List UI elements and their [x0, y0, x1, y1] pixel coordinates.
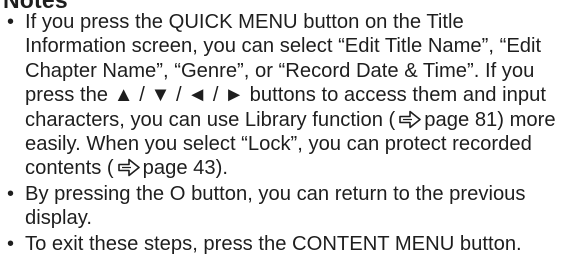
note-text: page 43).	[142, 157, 228, 180]
bullet: •	[7, 11, 15, 33]
bullet: •	[7, 182, 15, 205]
note-item-quick-menu: • If you press the QUICK MENU button on …	[0, 10, 581, 181]
note-text: page 81) more	[424, 108, 556, 131]
note-line: Information screen, you can select “Edit…	[25, 35, 542, 58]
note-item-return: • By pressing the O button, you can retu…	[0, 182, 581, 231]
notes-list: • If you press the QUICK MENU button on …	[0, 10, 581, 256]
note-line: press the ▲ / ▼ / ◄ / ► buttons to acces…	[25, 84, 546, 107]
note-line: display.	[25, 207, 92, 230]
page-reference-arrow-icon	[399, 110, 422, 129]
page-reference-arrow-icon	[117, 158, 140, 177]
note-line: If you press the QUICK MENU button on th…	[25, 11, 464, 33]
note-line: Chapter Name”, “Genre”, or “Record Date …	[25, 59, 535, 82]
note-line: To exit these steps, press the CONTENT M…	[25, 232, 522, 255]
note-text: characters, you can use Library function…	[25, 108, 396, 131]
note-line-with-reference: contents ( page 43).	[25, 156, 575, 180]
note-line: easily. When you select “Lock”, you can …	[25, 133, 532, 156]
note-item-exit: • To exit these steps, press the CONTENT…	[0, 232, 581, 256]
note-text: contents (	[25, 157, 114, 180]
note-line: By pressing the O button, you can return…	[25, 182, 526, 205]
bullet: •	[7, 232, 15, 255]
note-line-with-reference: characters, you can use Library function…	[25, 108, 575, 132]
